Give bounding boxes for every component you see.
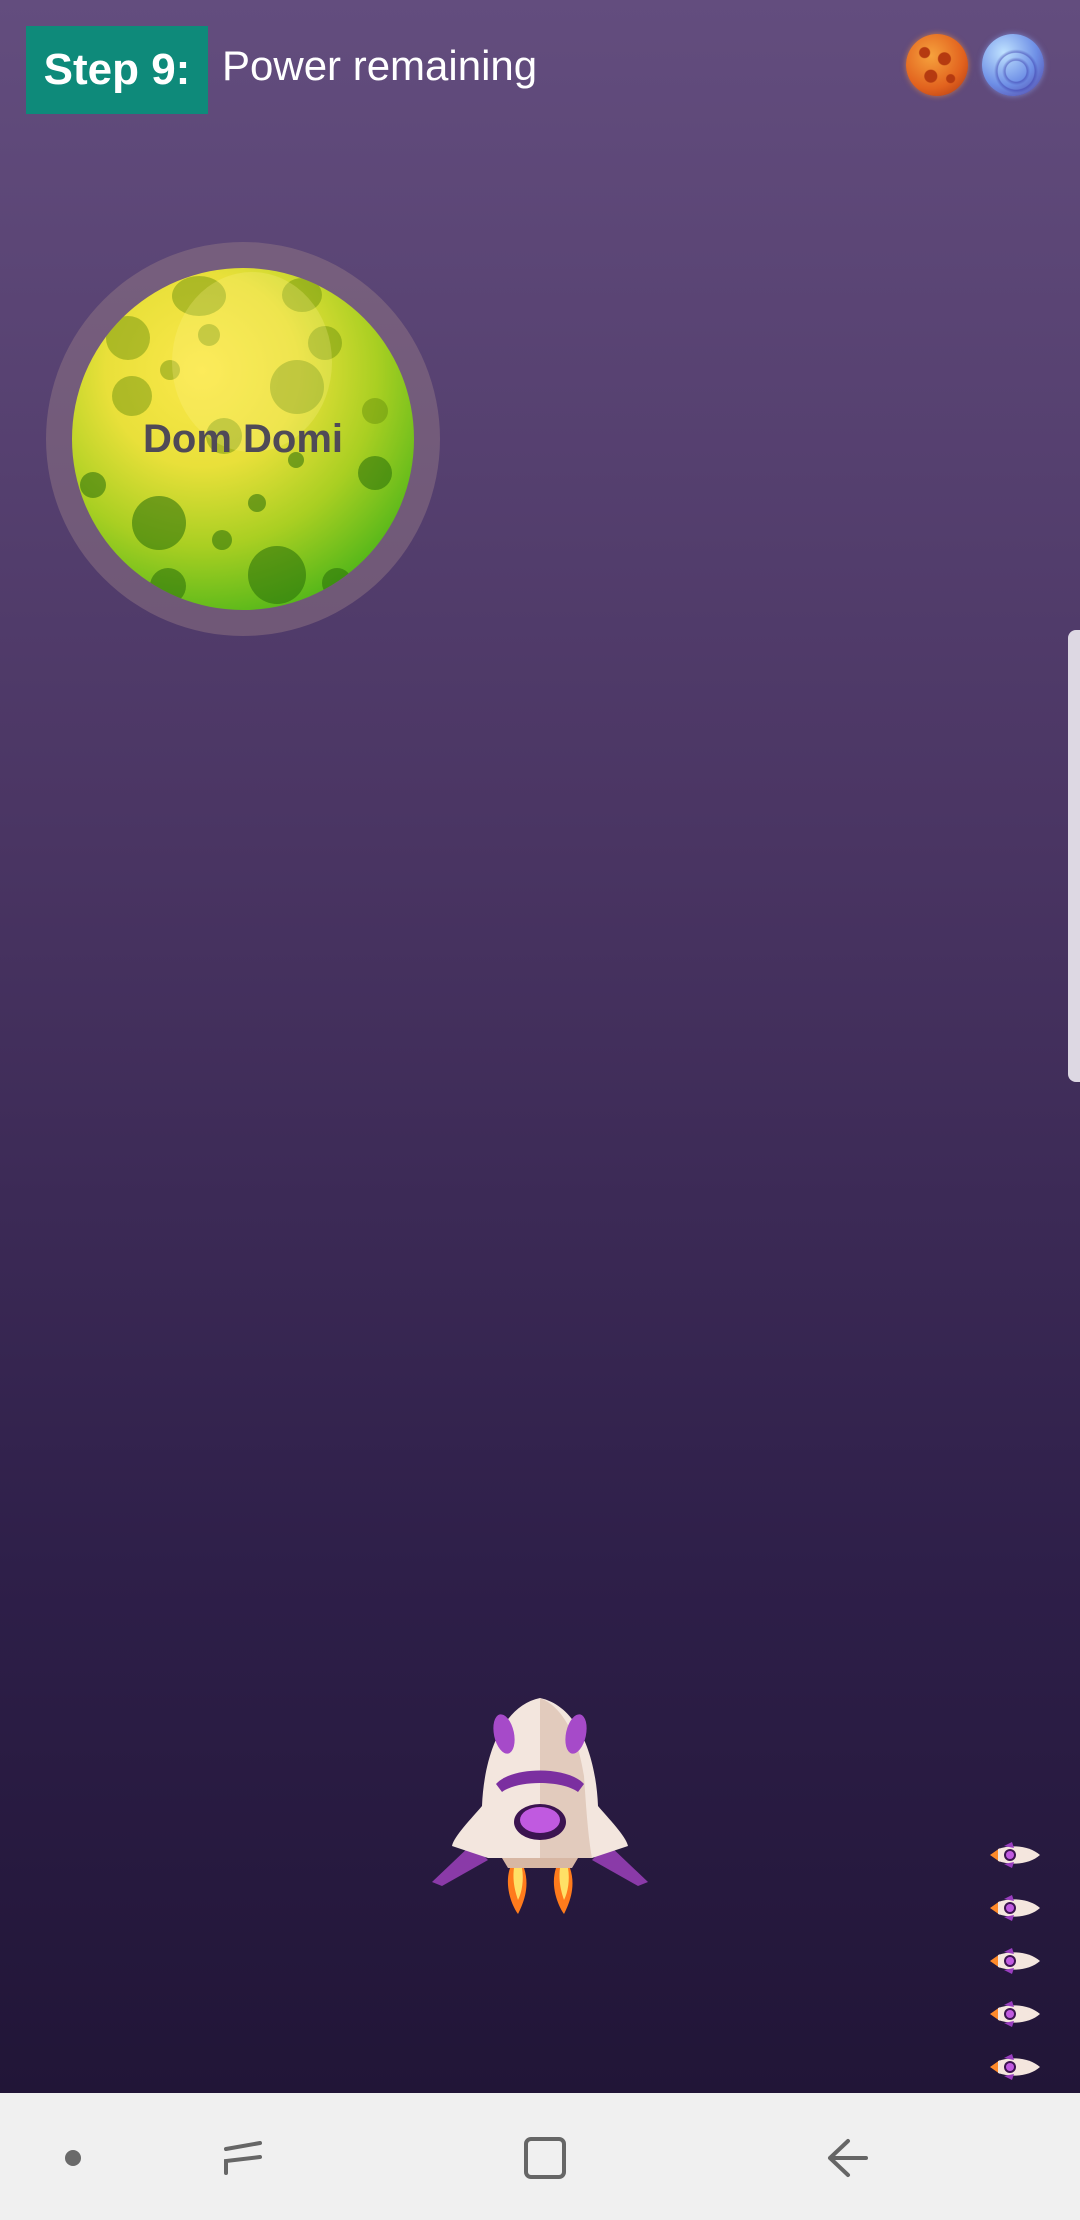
planet-name: Dom Domi xyxy=(143,416,343,461)
status-text: Power remaining xyxy=(222,42,538,89)
orange-planet-icon xyxy=(906,34,968,96)
step-badge: Step 9: xyxy=(26,26,208,114)
home-icon[interactable] xyxy=(510,2123,580,2193)
back-icon[interactable] xyxy=(812,2123,882,2193)
rocket-ship-icon[interactable] xyxy=(432,1696,648,1914)
scroll-handle[interactable] xyxy=(1068,630,1080,1082)
system-nav-bar xyxy=(0,2093,1080,2220)
game-screen[interactable]: Step 9: Power remaining Dom Domi xyxy=(0,0,1080,2093)
life-ship-icon xyxy=(990,2054,1040,2080)
recent-apps-icon[interactable] xyxy=(208,2123,278,2193)
target-planet[interactable]: Dom Domi xyxy=(72,268,414,610)
dot-icon[interactable] xyxy=(38,2123,108,2193)
life-ship-icon xyxy=(990,1842,1040,1868)
life-ship-icon xyxy=(990,2001,1040,2027)
blue-planet-icon xyxy=(982,34,1044,96)
life-ship-icon xyxy=(990,1895,1040,1921)
life-ship-icon xyxy=(990,1948,1040,1974)
